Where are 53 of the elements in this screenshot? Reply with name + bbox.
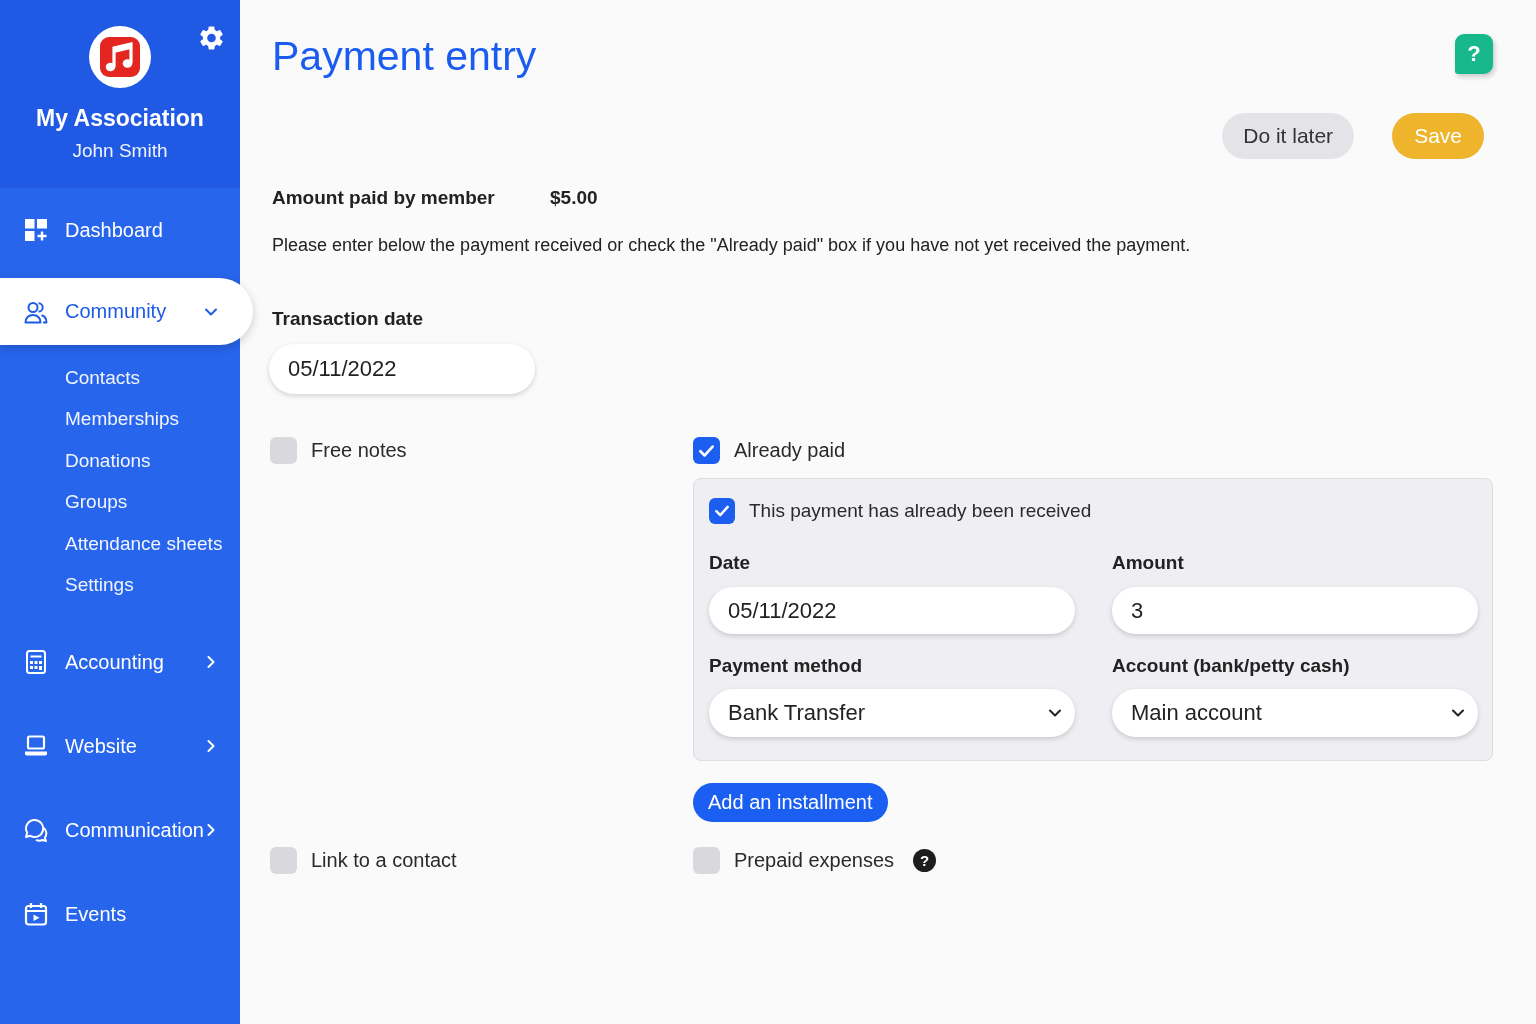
- checkbox[interactable]: [709, 498, 735, 524]
- checkbox-label: Link to a contact: [311, 849, 457, 872]
- dropdown[interactable]: Bank Transfer: [709, 689, 1075, 737]
- nav-subitem[interactable]: Attendance sheets: [0, 522, 223, 564]
- user-name: John Smith: [72, 139, 168, 163]
- summary-label: Amount paid by member: [272, 186, 496, 210]
- music-note-logo: [89, 26, 151, 88]
- grid-icon: [24, 218, 48, 242]
- dropdown[interactable]: Main account: [1112, 689, 1478, 737]
- nav-item[interactable]: Communication: [0, 788, 240, 873]
- calculator-icon: [24, 650, 48, 675]
- nav-subitem[interactable]: Groups: [0, 481, 128, 523]
- nav-item[interactable]: Events: [0, 872, 240, 957]
- chevron-down-icon: [1452, 707, 1464, 719]
- checkbox-label: This payment has already been received: [749, 500, 1092, 522]
- field-label: Amount: [1112, 551, 1184, 575]
- chevron-down-icon: [1049, 707, 1061, 719]
- field-label: Date: [709, 551, 751, 575]
- nav-subitem[interactable]: Settings: [0, 563, 134, 606]
- nav-item[interactable]: Dashboard: [0, 188, 240, 272]
- nav-subitem[interactable]: Donations: [0, 439, 151, 482]
- field-label: Payment method: [709, 654, 863, 678]
- settings-icon[interactable]: [200, 26, 223, 50]
- secondary-button[interactable]: Do it later: [1222, 113, 1355, 159]
- help-button[interactable]: ?: [913, 849, 937, 872]
- checkmark-icon: [715, 505, 729, 517]
- checkbox[interactable]: [270, 437, 297, 464]
- checkbox[interactable]: [693, 847, 720, 874]
- people-icon: [24, 299, 48, 324]
- calendar-icon: [24, 902, 48, 927]
- checkbox[interactable]: [270, 847, 297, 874]
- checkbox-label: Already paid: [734, 439, 846, 462]
- nav-item[interactable]: Community: [0, 278, 253, 345]
- page-title: Payment entry: [272, 32, 537, 80]
- checkbox-label: Prepaid expenses: [734, 849, 895, 872]
- summary-value: $5.00: [550, 186, 598, 210]
- checkbox[interactable]: [693, 437, 720, 464]
- chat-bubbles-icon: [24, 818, 48, 843]
- date-field[interactable]: 05/11/2022: [269, 344, 535, 394]
- input-field[interactable]: 3: [1112, 587, 1478, 634]
- laptop-icon: [24, 734, 48, 759]
- field-label: Transaction date: [272, 307, 423, 331]
- nav-item[interactable]: Website: [0, 704, 240, 789]
- nav-subitem[interactable]: Memberships: [0, 398, 180, 440]
- checkbox-label: Free notes: [311, 439, 407, 462]
- nav-subitem[interactable]: Contacts: [0, 357, 140, 399]
- add-button[interactable]: Add an installment: [693, 783, 888, 822]
- organization-name: My Association: [36, 104, 204, 132]
- input-field[interactable]: 05/11/2022: [709, 587, 1075, 634]
- nav-item[interactable]: Accounting: [0, 620, 240, 705]
- field-label: Account (bank/petty cash): [1112, 654, 1350, 678]
- checkmark-icon: [699, 444, 714, 457]
- instruction-text: Please enter below the payment received or check the "Already paid" box if you have not yet received the payment.: [272, 234, 1192, 257]
